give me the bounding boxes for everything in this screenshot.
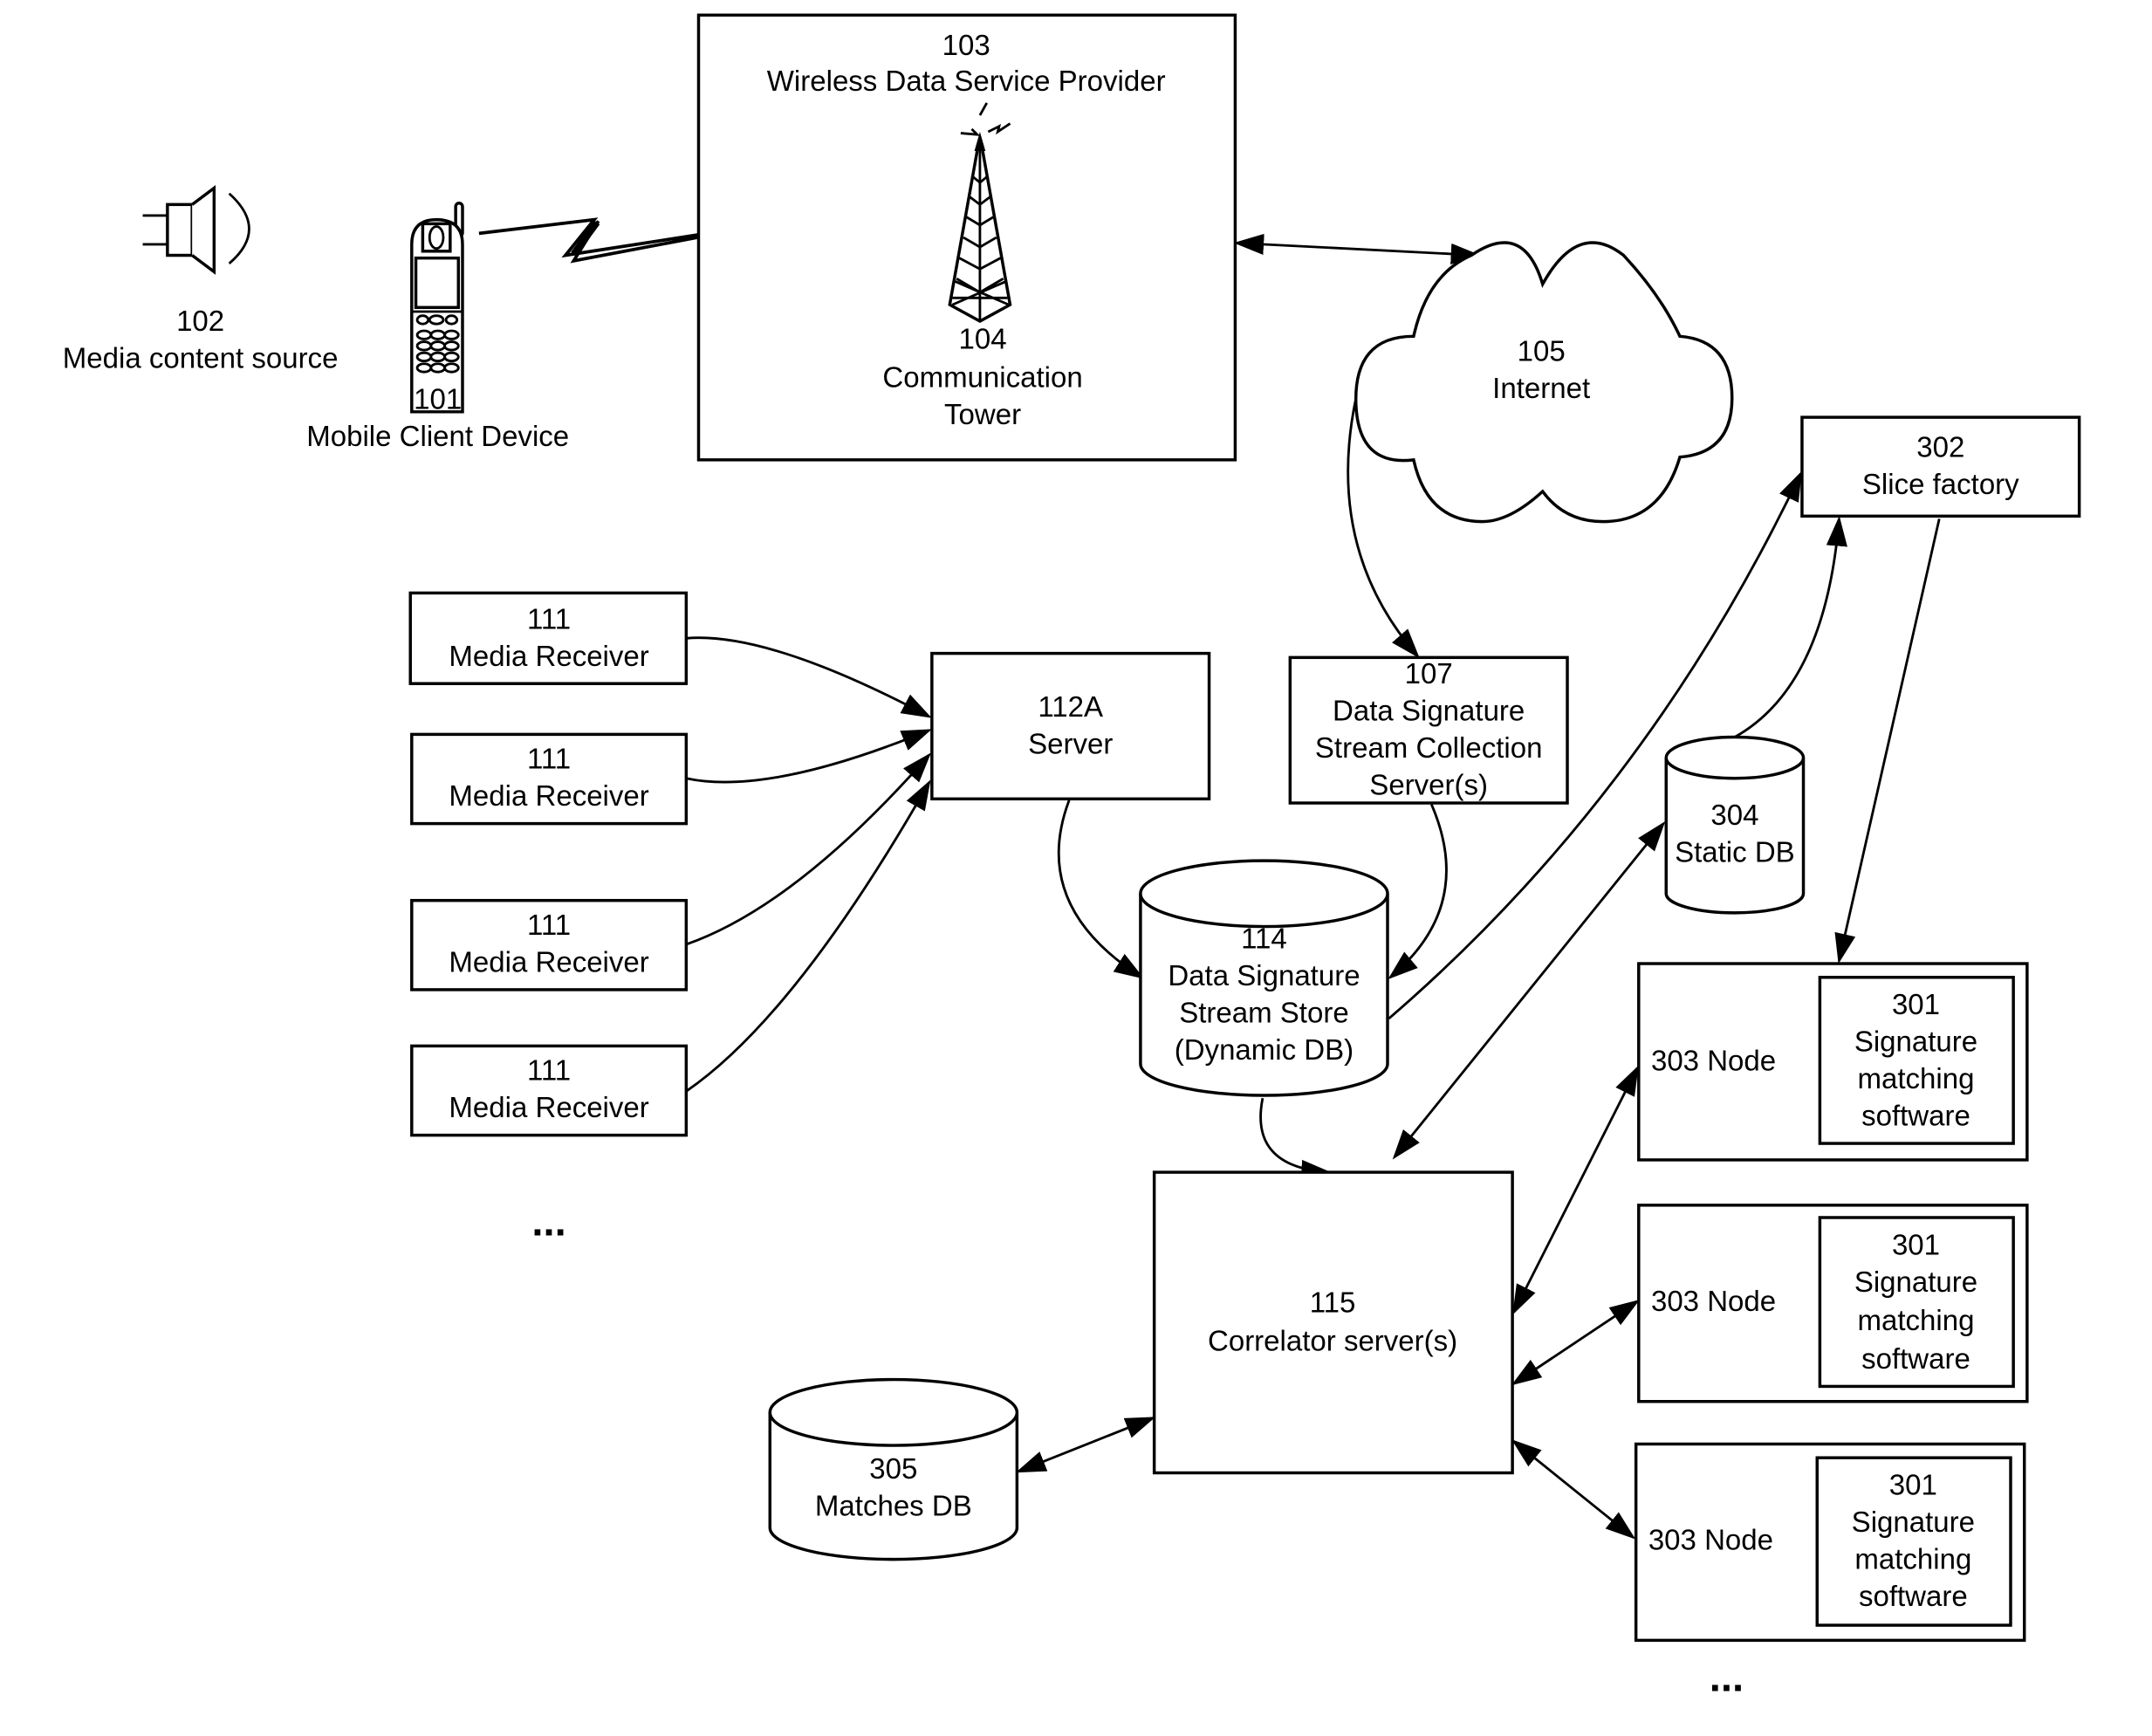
stream-store-id: 114 [1241, 923, 1287, 955]
software-line3: software [1861, 1342, 1970, 1375]
internet-label: Internet [1492, 372, 1590, 404]
software-id: 301 [1889, 1469, 1937, 1501]
tower-id: 104 [959, 322, 1007, 354]
node: 303 Node 301 Signature matching software [1637, 962, 2029, 1162]
media-receiver: 111 Media Receiver [410, 732, 689, 826]
internet-cloud: 105 Internet [1354, 241, 1734, 524]
matches-db: 305 Matches DB [768, 1377, 1019, 1561]
media-receiver-id: 111 [527, 1054, 571, 1087]
mobile-device-label: Mobile Client Device [306, 420, 569, 452]
mobile-device-id: 101 [414, 383, 462, 415]
connector-receiver-server [685, 779, 931, 1093]
media-source-id: 102 [176, 305, 224, 337]
media-receiver-id: 111 [527, 602, 571, 635]
signature-matching-software: 301 Signature matching software [1818, 976, 2015, 1145]
media-receiver-id: 111 [527, 909, 571, 941]
matches-db-id: 305 [869, 1452, 917, 1485]
software-line3: software [1861, 1100, 1970, 1132]
node-label: 303 Node [1651, 1045, 1776, 1077]
correlator-server: 115 Correlator server(s) [1152, 1170, 1514, 1475]
correlator-id: 115 [1310, 1287, 1356, 1319]
connector-correlator-matches [1015, 1417, 1156, 1473]
stream-store-label-line3: (Dynamic DB) [1175, 1033, 1354, 1066]
signature-matching-software: 301 Signature matching software [1818, 1216, 2015, 1389]
connector-static-slice [1734, 516, 1847, 738]
software-line2: matching [1858, 1304, 1975, 1336]
correlator-label: Correlator server(s) [1208, 1325, 1457, 1357]
software-line1: Signature [1854, 1266, 1977, 1298]
node: 303 Node 301 Signature matching software [1634, 1442, 2026, 1643]
software-line2: matching [1858, 1062, 1975, 1094]
slice-factory-id: 302 [1916, 431, 1964, 463]
static-db-id: 304 [1710, 799, 1758, 831]
provider-id: 103 [942, 29, 990, 61]
system-diagram: 102 Media content source 101 Mobile Clie… [63, 13, 2081, 1700]
connector-receiver-server [686, 729, 932, 784]
static-db-label: Static DB [1675, 836, 1795, 868]
node: 303 Node 301 Signature matching software [1637, 1204, 2029, 1403]
signature-matching-software: 301 Signature matching software [1815, 1456, 2012, 1627]
media-source-label: Media content source [63, 341, 339, 374]
software-id: 301 [1892, 988, 1940, 1020]
tower-label-line1: Communication [882, 361, 1082, 394]
internet-id: 105 [1518, 335, 1566, 367]
media-receiver-label: Media Receiver [449, 1091, 648, 1123]
mobile-phone-icon [410, 202, 464, 414]
mobile-client-device: 101 Mobile Client Device [306, 202, 569, 452]
lightning-bolt-icon [478, 217, 702, 264]
stream-store-label-line2: Stream Store [1179, 997, 1349, 1029]
connector-receiver-server [686, 636, 932, 718]
server-label: Server [1028, 727, 1113, 759]
connector-static-correlator [1392, 820, 1666, 1160]
slice-factory: 302 Slice factory [1800, 415, 2081, 518]
media-receiver-label: Media Receiver [449, 945, 648, 978]
slice-factory-label: Slice factory [1862, 468, 2019, 500]
media-receiver-id: 111 [527, 743, 571, 775]
software-line1: Signature [1852, 1506, 1975, 1538]
media-receiver-label: Media Receiver [449, 640, 648, 672]
connector-correlator-node [1511, 1300, 1641, 1386]
stream-store-db: 114 Data Signature Stream Store (Dynamic… [1139, 859, 1389, 1097]
collection-server-label-line3: Server(s) [1369, 769, 1488, 801]
software-line1: Signature [1854, 1026, 1977, 1058]
connector-receiver-server [685, 752, 932, 946]
connector-correlator-node [1512, 1065, 1639, 1315]
wireless-data-service-provider: 103 Wireless Data Service Provider 104 C… [696, 13, 1237, 462]
media-receiver: 111 Media Receiver [408, 591, 689, 685]
media-receiver-label: Media Receiver [449, 779, 648, 812]
software-id: 301 [1892, 1228, 1940, 1260]
tower-label-line2: Tower [944, 398, 1021, 430]
collection-server-id: 107 [1405, 657, 1453, 690]
static-db: 304 Static DB [1664, 735, 1806, 915]
collection-server-label-line1: Data Signature [1333, 695, 1525, 727]
connector-collection-store [1388, 804, 1448, 979]
server-112a: 112A Server [930, 651, 1211, 801]
node-label: 303 Node [1651, 1285, 1776, 1317]
connector-provider-internet [1233, 233, 1482, 265]
collection-server-label-line2: Stream Collection [1315, 731, 1543, 764]
software-line2: matching [1854, 1543, 1971, 1575]
provider-label: Wireless Data Service Provider [767, 65, 1166, 97]
stream-store-label-line1: Data Signature [1168, 959, 1360, 992]
server-id: 112A [1038, 690, 1103, 723]
nodes-ellipsis: ... [1710, 1654, 1744, 1700]
collection-server: 107 Data Signature Stream Collection Ser… [1288, 655, 1569, 805]
media-receivers-ellipsis: ... [531, 1197, 565, 1244]
speaker-icon [142, 184, 250, 275]
connector-correlator-node [1511, 1439, 1636, 1540]
connector-server-store [1057, 799, 1145, 979]
wireless-link [478, 217, 702, 264]
media-receiver: 111 Media Receiver [410, 898, 689, 992]
matches-db-label: Matches DB [815, 1489, 972, 1521]
media-content-source: 102 Media content source [63, 184, 339, 374]
connector-store-correlator [1259, 1097, 1332, 1182]
software-line3: software [1859, 1580, 1968, 1612]
node-label: 303 Node [1648, 1524, 1773, 1556]
connector-slice-node [1834, 518, 1941, 964]
media-receiver: 111 Media Receiver [410, 1044, 689, 1137]
